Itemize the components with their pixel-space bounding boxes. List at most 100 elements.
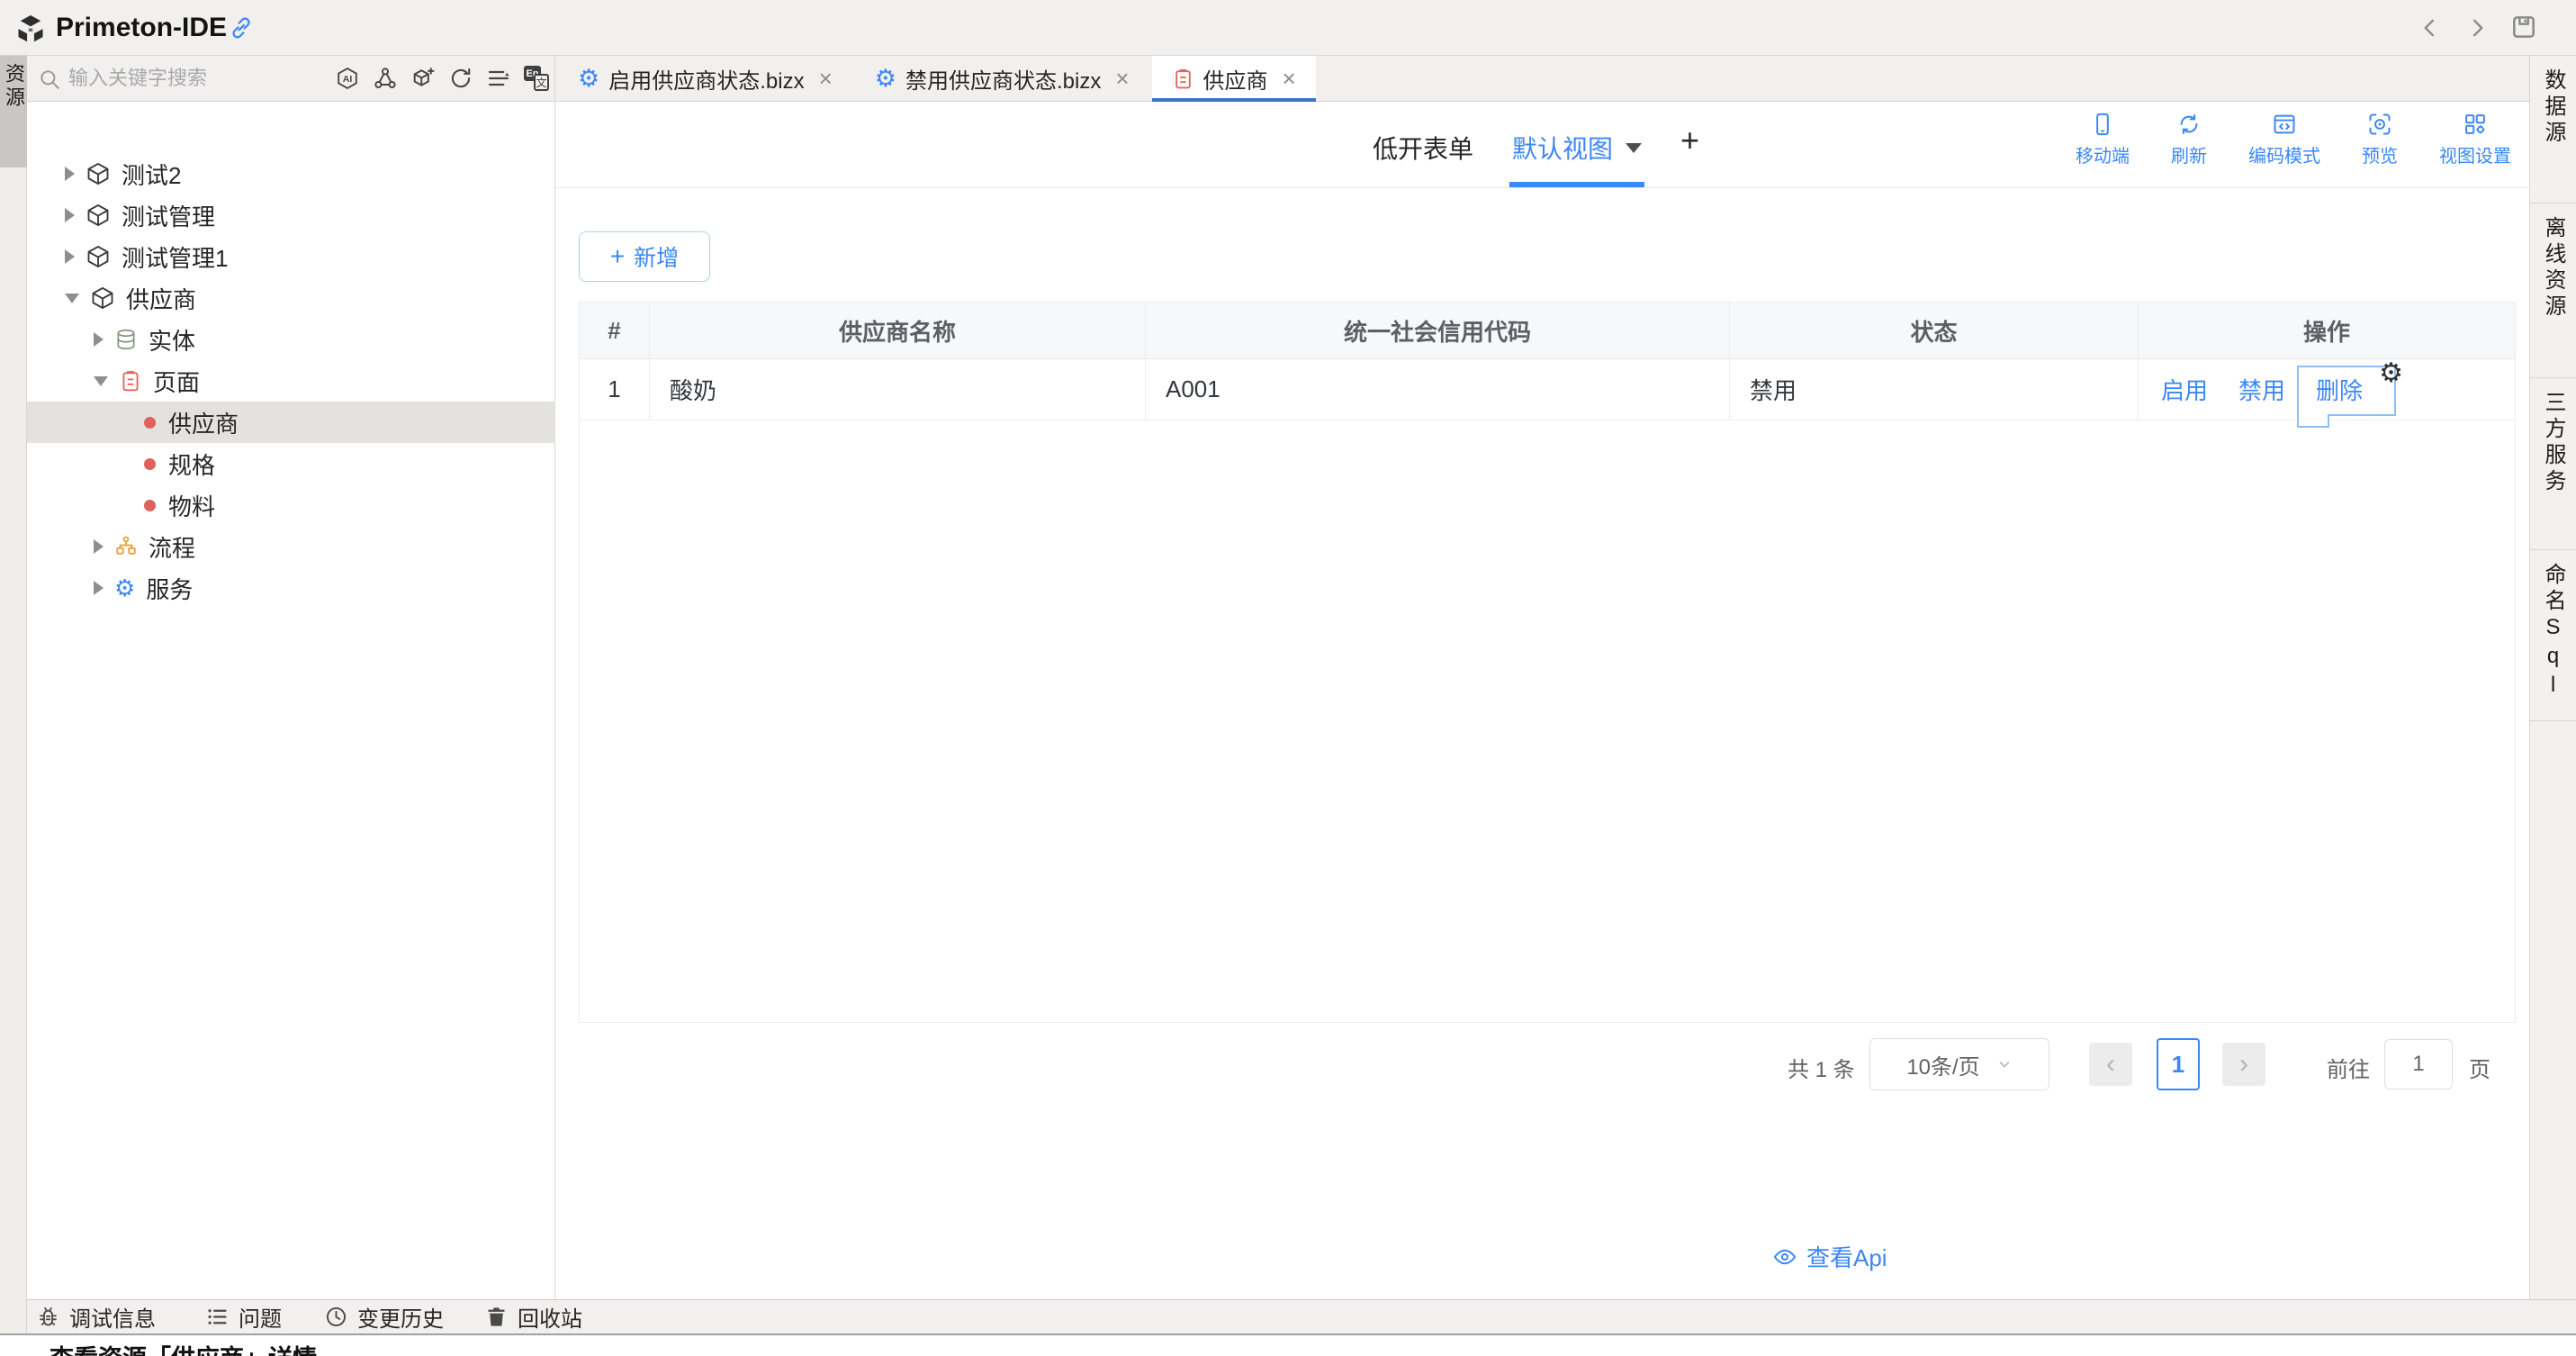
preview-button[interactable]: 预览 [2362, 112, 2398, 167]
debug-info-button[interactable]: 调试信息 [36, 1300, 156, 1333]
editor-tab-bar: ⚙ 启用供应商状态.bizx × ⚙ 禁用供应商状态.bizx × 供应商 × [555, 56, 2529, 102]
supplier-table: # 供应商名称 统一社会信用代码 状态 操作 1 酸奶 A001 禁用 启用 禁… [579, 302, 2516, 1023]
col-header-status: 状态 [1730, 303, 2139, 358]
tree-item-test2[interactable]: 测试2 [27, 153, 555, 194]
tree-item-material-page[interactable]: 物料 [27, 484, 555, 526]
pagination-total: 共 1 条 [1788, 1052, 1855, 1083]
cell-index: 1 [580, 359, 650, 420]
cell-actions: 启用 禁用 删除 ⚙ [2139, 359, 2515, 420]
add-module-icon[interactable] [410, 66, 436, 91]
database-icon [114, 328, 138, 351]
chevron-down-icon[interactable] [94, 376, 108, 386]
collapse-sort-icon[interactable] [486, 66, 511, 91]
page-size-select[interactable]: 10条/页 [1869, 1038, 2049, 1090]
form-type-label: 低开表单 [1373, 130, 1473, 166]
prev-page-button[interactable]: ‹ [2089, 1043, 2132, 1086]
refresh-button[interactable]: 刷新 [2171, 112, 2207, 167]
page-dot-icon [144, 500, 156, 511]
preview-eye-icon [2367, 112, 2392, 137]
save-icon[interactable] [2509, 13, 2538, 41]
plus-icon: + [610, 242, 625, 271]
chevron-down-icon[interactable] [65, 294, 79, 303]
col-header-code: 统一社会信用代码 [1146, 303, 1730, 358]
right-rail-tab-offline-resources[interactable]: 离线资源 [2530, 203, 2576, 378]
tree-item-pages[interactable]: 页面 [27, 360, 555, 402]
cell-status: 禁用 [1730, 359, 2139, 420]
app-window: Primeton-IDE 资源 AI [0, 0, 2576, 1356]
tree-item-supplier-module[interactable]: 供应商 [27, 277, 555, 319]
chevron-right-icon[interactable] [94, 539, 104, 554]
next-page-button[interactable]: › [2222, 1043, 2265, 1086]
goto-page-input[interactable] [2384, 1039, 2453, 1089]
view-api-link[interactable]: 查看Api [1772, 1240, 1887, 1273]
cell-code: A001 [1146, 359, 1730, 420]
page-canvas: + 新增 # 供应商名称 统一社会信用代码 状态 操作 1 酸奶 A001 禁用 [555, 188, 2529, 1299]
view-toolbar: 移动端 刷新 编码模式 预览 视图设置 [2076, 112, 2511, 167]
designer-selection-box[interactable]: ⚙ [2297, 366, 2396, 416]
nav-forward-icon[interactable] [2464, 15, 2490, 41]
chevron-right-icon[interactable] [94, 581, 104, 595]
disable-link[interactable]: 禁用 [2238, 373, 2285, 406]
right-rail-tab-datasource[interactable]: 数据源 [2530, 56, 2576, 203]
right-rail-tab-thirdparty-services[interactable]: 三方服务 [2530, 378, 2576, 550]
code-mode-button[interactable]: 编码模式 [2248, 112, 2320, 167]
close-icon[interactable]: × [819, 65, 833, 93]
left-rail-tab-resources[interactable]: 资源 [0, 56, 27, 167]
tree-item-test-mgmt1[interactable]: 测试管理1 [27, 236, 555, 277]
tab-enable-supplier-status[interactable]: ⚙ 启用供应商状态.bizx × [558, 56, 852, 102]
tree-item-test-mgmt[interactable]: 测试管理 [27, 194, 555, 236]
goto-label: 前往 [2327, 1052, 2370, 1083]
gear-badge-icon[interactable]: ⚙ [2379, 360, 2403, 387]
change-history-button[interactable]: 变更历史 [324, 1300, 444, 1333]
page-dot-icon [144, 417, 156, 429]
chevron-right-icon[interactable] [65, 208, 75, 222]
tree-item-services[interactable]: ⚙ 服务 [27, 567, 555, 609]
tree-item-spec-page[interactable]: 规格 [27, 443, 555, 484]
right-rail-tab-named-sql[interactable]: 命名Sql [2530, 550, 2576, 721]
current-page-button[interactable]: 1 [2157, 1038, 2200, 1090]
tree-item-process[interactable]: 流程 [27, 526, 555, 567]
close-icon[interactable]: × [1283, 65, 1296, 93]
problems-button[interactable]: 问题 [205, 1300, 282, 1333]
nav-back-icon[interactable] [2418, 15, 2443, 41]
mobile-view-button[interactable]: 移动端 [2076, 112, 2130, 167]
module-cube-icon [90, 285, 115, 311]
chevron-down-icon [1996, 1056, 2013, 1072]
search-input[interactable] [68, 56, 338, 101]
share-relation-icon[interactable] [373, 66, 398, 91]
chevron-right-icon[interactable] [65, 167, 75, 181]
translate-icon[interactable]: En 文 [524, 66, 549, 91]
cell-name: 酸奶 [650, 359, 1146, 420]
view-selector[interactable]: 默认视图 [1512, 130, 1642, 166]
service-gear-icon: ⚙ [114, 576, 135, 600]
tab-supplier[interactable]: 供应商 × [1152, 56, 1316, 102]
enable-link[interactable]: 启用 [2161, 373, 2208, 406]
gear-icon: ⚙ [578, 67, 599, 91]
tab-disable-supplier-status[interactable]: ⚙ 禁用供应商状态.bizx × [855, 56, 1149, 102]
col-header-actions: 操作 [2139, 303, 2515, 358]
col-header-name: 供应商名称 [650, 303, 1146, 358]
selection-handle [2297, 414, 2329, 428]
refresh-tree-icon[interactable] [448, 66, 473, 91]
link-icon[interactable] [229, 15, 254, 41]
left-rail-tab-label: 资源 [0, 63, 28, 167]
chevron-right-icon[interactable] [65, 249, 75, 264]
add-button[interactable]: + 新增 [579, 231, 710, 282]
phone-icon [2090, 112, 2115, 137]
tree-item-entities[interactable]: 实体 [27, 319, 555, 360]
table-header: # 供应商名称 统一社会信用代码 状态 操作 [580, 302, 2515, 359]
ai-assistant-icon[interactable]: AI [335, 66, 360, 91]
chevron-right-icon[interactable] [94, 332, 104, 347]
view-settings-button[interactable]: 视图设置 [2439, 112, 2511, 167]
app-title: Primeton-IDE [56, 0, 227, 55]
search-icon [38, 68, 61, 91]
add-view-button[interactable]: + [1680, 122, 1699, 159]
view-bar: 低开表单 默认视图 + 移动端 刷新 编码模式 [555, 102, 2529, 188]
tab-label: 禁用供应商状态.bizx [905, 63, 1101, 95]
active-view-underline [1509, 182, 1644, 187]
code-window-icon [2272, 112, 2297, 137]
close-icon[interactable]: × [1115, 65, 1129, 93]
title-bar: Primeton-IDE [0, 0, 2576, 56]
tree-item-supplier-page[interactable]: 供应商 [27, 402, 555, 443]
recycle-bin-button[interactable]: 回收站 [484, 1300, 582, 1333]
